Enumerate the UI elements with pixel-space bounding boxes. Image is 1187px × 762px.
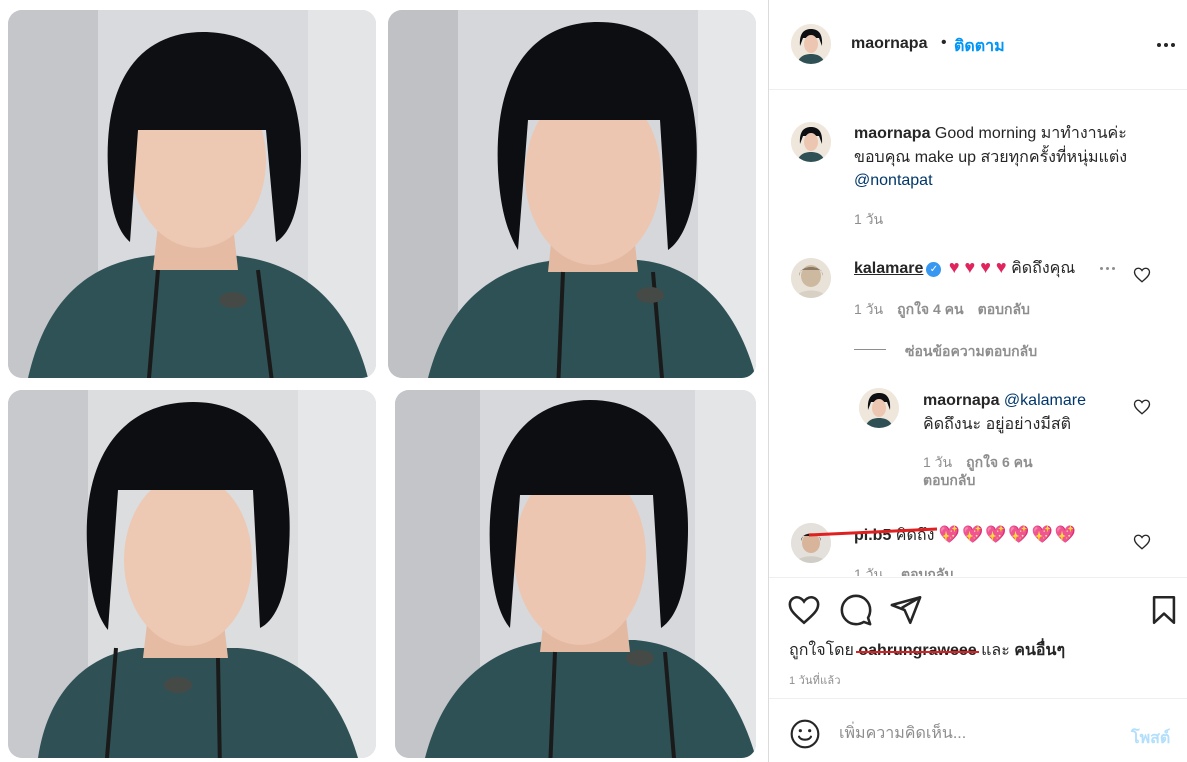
reply-text: คิดถึงนะ อยู่อย่างมีสติ xyxy=(923,415,1072,433)
post-header: maornapa • ติดตาม xyxy=(769,0,1187,90)
comment-username[interactable]: kalamare xyxy=(854,260,923,277)
reply-button[interactable]: ตอบกลับ xyxy=(901,566,953,576)
caption: maornapa Good morning มาทำงานค่ะ ขอบคุณ … xyxy=(854,122,1154,193)
more-options-icon[interactable] xyxy=(1155,36,1179,54)
portrait-photo-4 xyxy=(395,390,756,758)
liked-by-and: และ xyxy=(981,642,1010,659)
portrait-photo-2 xyxy=(388,10,756,378)
separator-dot: • xyxy=(941,34,947,51)
comment-composer: โพสต์ xyxy=(769,698,1187,762)
comment-text: คิดถึงคุณ xyxy=(1011,260,1076,277)
comment-likes[interactable]: ถูกใจ 4 คน xyxy=(897,301,964,317)
reply-avatar[interactable] xyxy=(859,388,899,428)
caption-username[interactable]: maornapa xyxy=(854,125,930,142)
divider xyxy=(854,349,886,350)
reply-username[interactable]: maornapa xyxy=(923,392,999,409)
post-timestamp[interactable]: 1 วันที่แล้ว xyxy=(789,671,841,689)
comment-like-heart-icon[interactable] xyxy=(1133,533,1151,551)
reply: maornapa @kalamare คิดถึงนะ อยู่อย่างมีส… xyxy=(923,389,1123,436)
share-icon[interactable] xyxy=(889,593,923,627)
portrait-photo-3 xyxy=(8,390,376,758)
reply-like-heart-icon[interactable] xyxy=(1133,398,1151,416)
liked-by: ถูกใจโดย oahrungraweee และ คนอื่นๆ xyxy=(789,638,1065,663)
redaction-mark xyxy=(809,527,937,537)
reply-mention[interactable]: @kalamare xyxy=(1004,392,1086,409)
comment-time[interactable]: 1 วัน xyxy=(854,301,883,317)
comment-meta: 1 วัน ตอบกลับ xyxy=(854,564,953,576)
hide-replies-button[interactable]: ซ่อนข้อความตอบกลับ xyxy=(905,341,1037,363)
comment: kalamare ✓ ♥ ♥ ♥ ♥ คิดถึงคุณ xyxy=(854,256,1114,282)
heart-icon[interactable] xyxy=(787,593,821,627)
comment-avatar[interactable] xyxy=(791,258,831,298)
comment-time[interactable]: 1 วัน xyxy=(854,566,883,576)
liked-by-prefix: ถูกใจโดย xyxy=(789,642,854,659)
post-media[interactable] xyxy=(0,0,768,762)
caption-time[interactable]: 1 วัน xyxy=(854,209,883,231)
emoji-icon[interactable] xyxy=(789,718,821,750)
caption-avatar[interactable] xyxy=(791,122,831,162)
heart-emojis: ♥ ♥ ♥ ♥ xyxy=(948,257,1007,277)
comment-like-heart-icon[interactable] xyxy=(1133,266,1151,284)
follow-button[interactable]: ติดตาม xyxy=(954,34,1005,59)
reply-likes[interactable]: ถูกใจ 6 คน xyxy=(966,454,1033,470)
reply-time[interactable]: 1 วัน xyxy=(923,454,952,470)
verified-badge-icon: ✓ xyxy=(926,262,942,277)
post-actions: ถูกใจโดย oahrungraweee และ คนอื่นๆ 1 วัน… xyxy=(769,577,1187,697)
reply-reply-button[interactable]: ตอบกลับ xyxy=(923,472,975,488)
portrait-photo-1 xyxy=(8,10,376,378)
post-comment-button[interactable]: โพสต์ xyxy=(1131,726,1170,751)
liked-by-others[interactable]: คนอื่นๆ xyxy=(1014,642,1065,659)
comment-input[interactable] xyxy=(839,719,1109,749)
comment-meta: 1 วัน ถูกใจ 4 คน ตอบกลับ xyxy=(854,299,1030,321)
bookmark-icon[interactable] xyxy=(1147,593,1181,627)
comments-list[interactable]: maornapa Good morning มาทำงานค่ะ ขอบคุณ … xyxy=(769,91,1187,576)
post-sidebar: maornapa • ติดตาม maornapa Good morning … xyxy=(768,0,1187,762)
reply-button[interactable]: ตอบกลับ xyxy=(978,301,1030,317)
caption-mention[interactable]: @nontapat xyxy=(854,172,933,189)
liked-by-username[interactable]: oahrungraweee xyxy=(858,642,976,659)
heart-emojis: 💖💖💖💖💖💖 xyxy=(938,525,1078,544)
reply-meta: 1 วัน ถูกใจ 6 คน ตอบกลับ xyxy=(923,453,1063,489)
post-author-username[interactable]: maornapa xyxy=(851,35,927,53)
comment-icon[interactable] xyxy=(839,593,873,627)
avatar[interactable] xyxy=(791,24,831,64)
